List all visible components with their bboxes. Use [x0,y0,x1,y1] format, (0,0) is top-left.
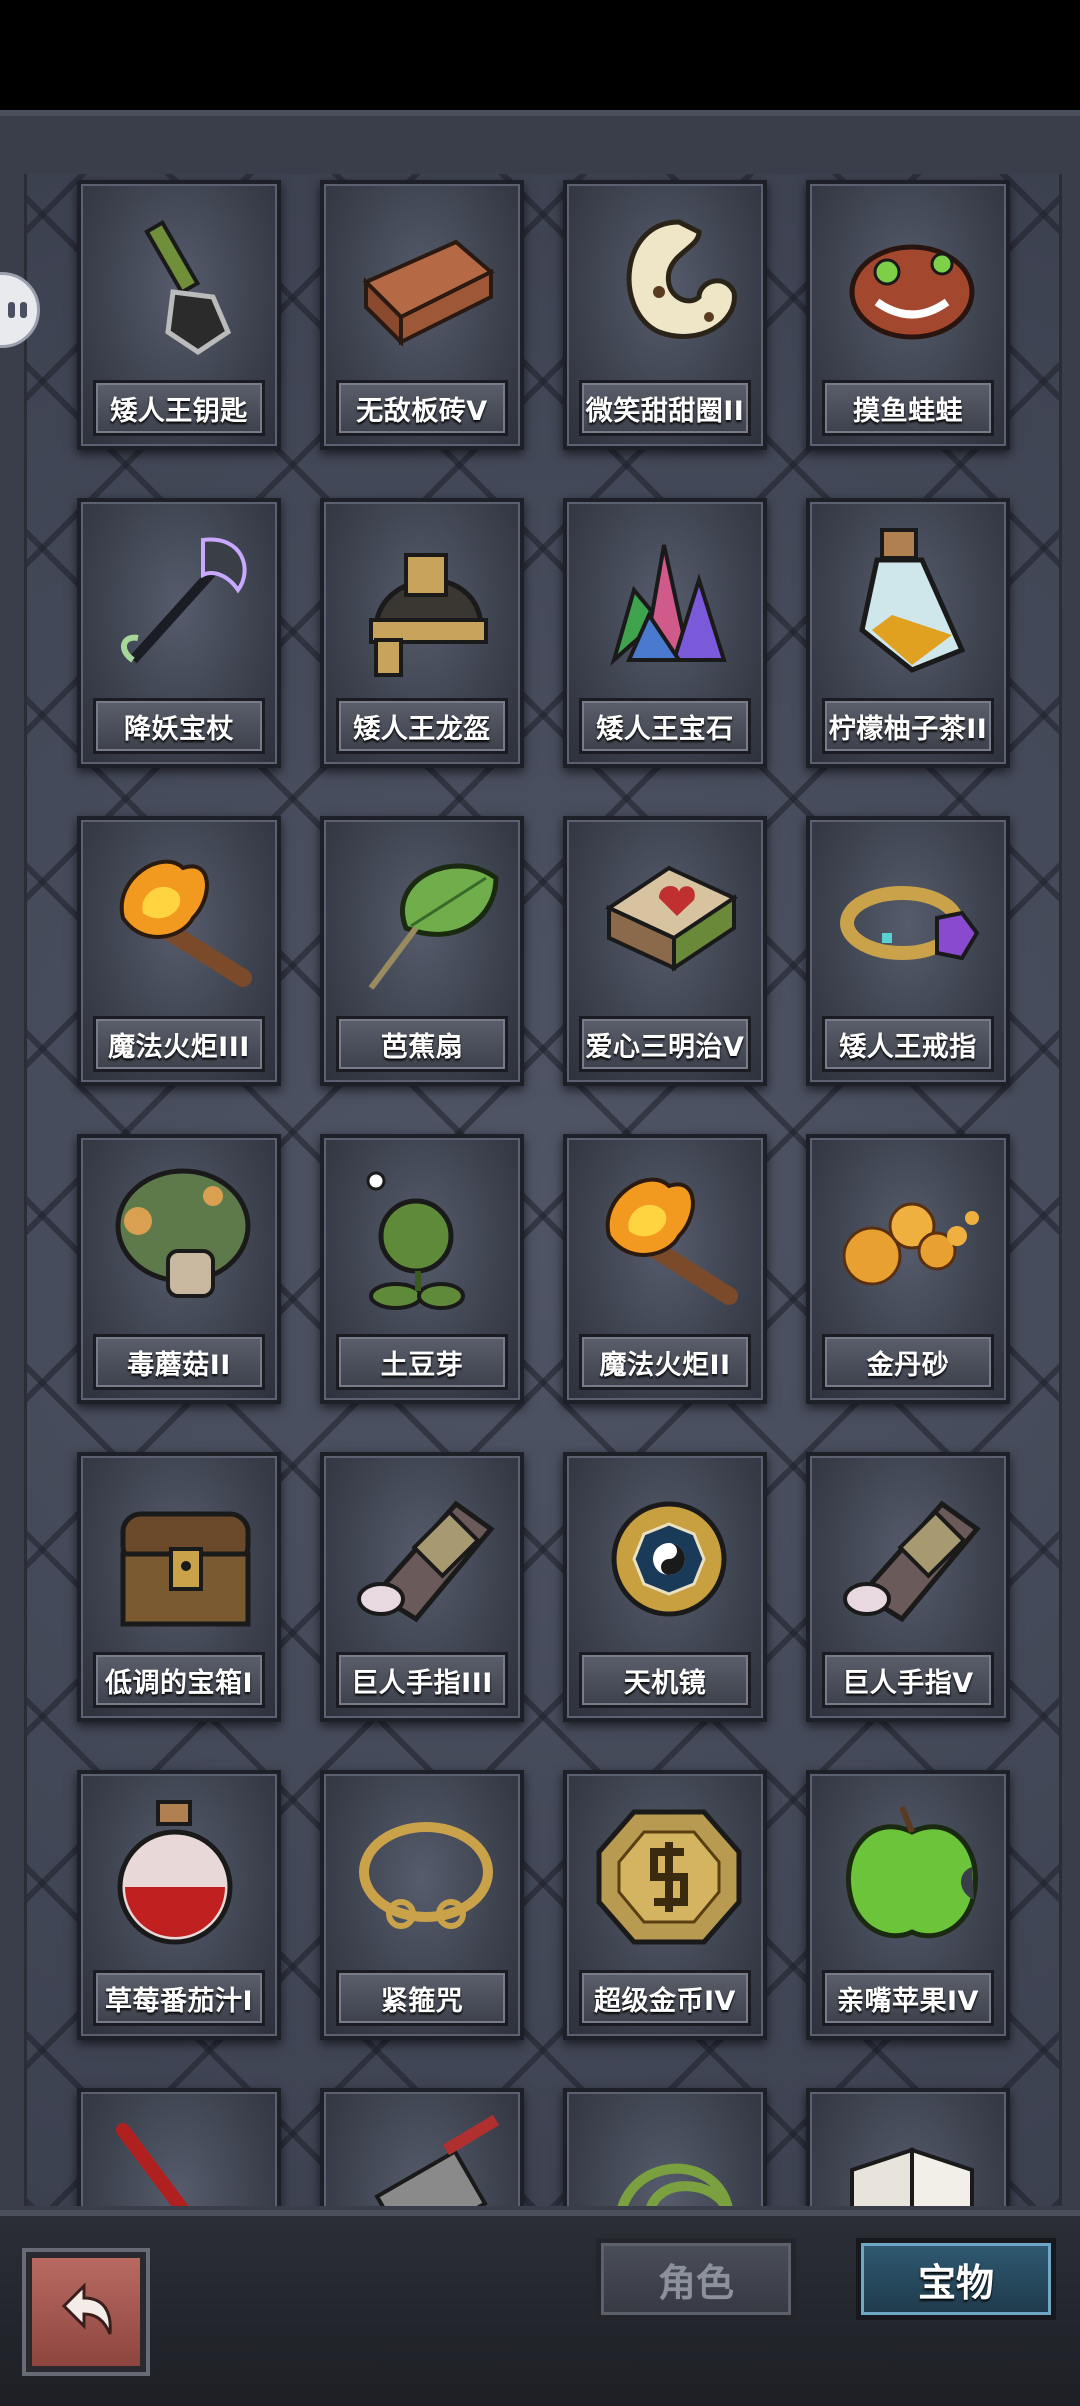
item-grid-area[interactable]: 矮人王钥匙 无敌板砖V 微笑甜甜圈II 摸鱼蛙蛙降妖宝杖 矮人王龙盔 矮人王宝石 柠檬柚子茶… [24,174,1062,2206]
key-icon [103,202,263,362]
back-button[interactable] [26,2252,146,2372]
item-label: 降妖宝杖 [93,698,265,754]
item-card[interactable] [77,2088,281,2206]
torch-icon [589,1156,749,1316]
item-label: 金丹砂 [822,1334,994,1390]
item-card[interactable]: 低调的宝箱I [77,1452,281,1722]
leaf-fan-icon [346,838,506,998]
helmet-icon [346,520,506,680]
red-potion-icon [103,1792,263,1952]
item-label: 矮人王戒指 [822,1016,994,1072]
item-label: 矮人王钥匙 [93,380,265,436]
chest-icon [103,1474,263,1634]
bagua-mirror-icon [589,1474,749,1634]
item-card[interactable]: 天机镜 [563,1452,767,1722]
item-grid: 矮人王钥匙 无敌板砖V 微笑甜甜圈II 摸鱼蛙蛙降妖宝杖 矮人王龙盔 矮人王宝石 柠檬柚子茶… [77,180,1010,2206]
item-card[interactable]: 巨人手指III [320,1452,524,1722]
item-label: 无敌板砖V [336,380,508,436]
gem-icon [589,520,749,680]
item-card[interactable]: 金丹砂 [806,1134,1010,1404]
item-card[interactable] [806,2088,1010,2206]
item-label: 巨人手指V [822,1652,994,1708]
item-card[interactable]: 矮人王宝石 [563,498,767,768]
giant-finger-icon [346,1474,506,1634]
item-card[interactable]: 爱心三明治V [563,816,767,1086]
item-card[interactable]: 微笑甜甜圈II [563,180,767,450]
apple-icon [832,1792,992,1952]
tab-role[interactable]: 角色 [596,2238,796,2320]
potion-bottle-icon [832,520,992,680]
item-card[interactable]: 矮人王戒指 [806,816,1010,1086]
ring-icon [832,838,992,998]
mushroom-icon [103,1156,263,1316]
staff-icon [103,520,263,680]
pause-icon [8,302,27,318]
stick-icon [103,2110,263,2206]
item-label: 矮人王龙盔 [336,698,508,754]
item-card[interactable]: 魔法火炬III [77,816,281,1086]
item-label: 魔法火炬III [93,1016,265,1072]
item-card[interactable]: 摸鱼蛙蛙 [806,180,1010,450]
item-label: 矮人王宝石 [579,698,751,754]
item-card[interactable]: 矮人王钥匙 [77,180,281,450]
brick-icon [346,202,506,362]
item-label: 低调的宝箱I [93,1652,265,1708]
torch-icon [103,838,263,998]
item-card[interactable]: 巨人手指V [806,1452,1010,1722]
sprout-plant-icon [346,1156,506,1316]
item-card[interactable]: 超级金币IV [563,1770,767,2040]
item-card[interactable]: 芭蕉扇 [320,816,524,1086]
item-card[interactable]: 降妖宝杖 [77,498,281,768]
giant-finger-icon [832,1474,992,1634]
sandwich-icon [589,838,749,998]
gold-coin-icon [589,1792,749,1952]
donut-icon [589,202,749,362]
item-label: 芭蕉扇 [336,1016,508,1072]
cleaver-icon [346,2110,506,2206]
item-label: 爱心三明治V [579,1016,751,1072]
item-label: 亲嘴苹果IV [822,1970,994,2026]
item-label: 微笑甜甜圈II [579,380,751,436]
book-icon [832,2110,992,2206]
frog-icon [832,202,992,362]
item-card[interactable]: 矮人王龙盔 [320,498,524,768]
item-card[interactable]: 草莓番茄汁I [77,1770,281,2040]
item-label: 摸鱼蛙蛙 [822,380,994,436]
item-card[interactable]: 紧箍咒 [320,1770,524,2040]
top-status-area [0,0,1080,110]
item-label: 土豆芽 [336,1334,508,1390]
item-label: 草莓番茄汁I [93,1970,265,2026]
item-card[interactable]: 毒蘑菇II [77,1134,281,1404]
item-label: 天机镜 [579,1652,751,1708]
item-label: 毒蘑菇II [93,1334,265,1390]
item-label: 魔法火炬II [579,1334,751,1390]
golden-circlet-icon [346,1792,506,1952]
gold-pills-icon [832,1156,992,1316]
tab-treasure[interactable]: 宝物 [856,2238,1056,2320]
item-card[interactable]: 土豆芽 [320,1134,524,1404]
item-card[interactable] [320,2088,524,2206]
item-card[interactable] [563,2088,767,2206]
item-label: 超级金币IV [579,1970,751,2026]
return-arrow-icon [61,2282,112,2335]
item-label: 紧箍咒 [336,1970,508,2026]
coil-icon [589,2110,749,2206]
item-card[interactable]: 魔法火炬II [563,1134,767,1404]
item-card[interactable]: 无敌板砖V [320,180,524,450]
item-card[interactable]: 柠檬柚子茶II [806,498,1010,768]
item-label: 巨人手指III [336,1652,508,1708]
item-card[interactable]: 亲嘴苹果IV [806,1770,1010,2040]
item-label: 柠檬柚子茶II [822,698,994,754]
